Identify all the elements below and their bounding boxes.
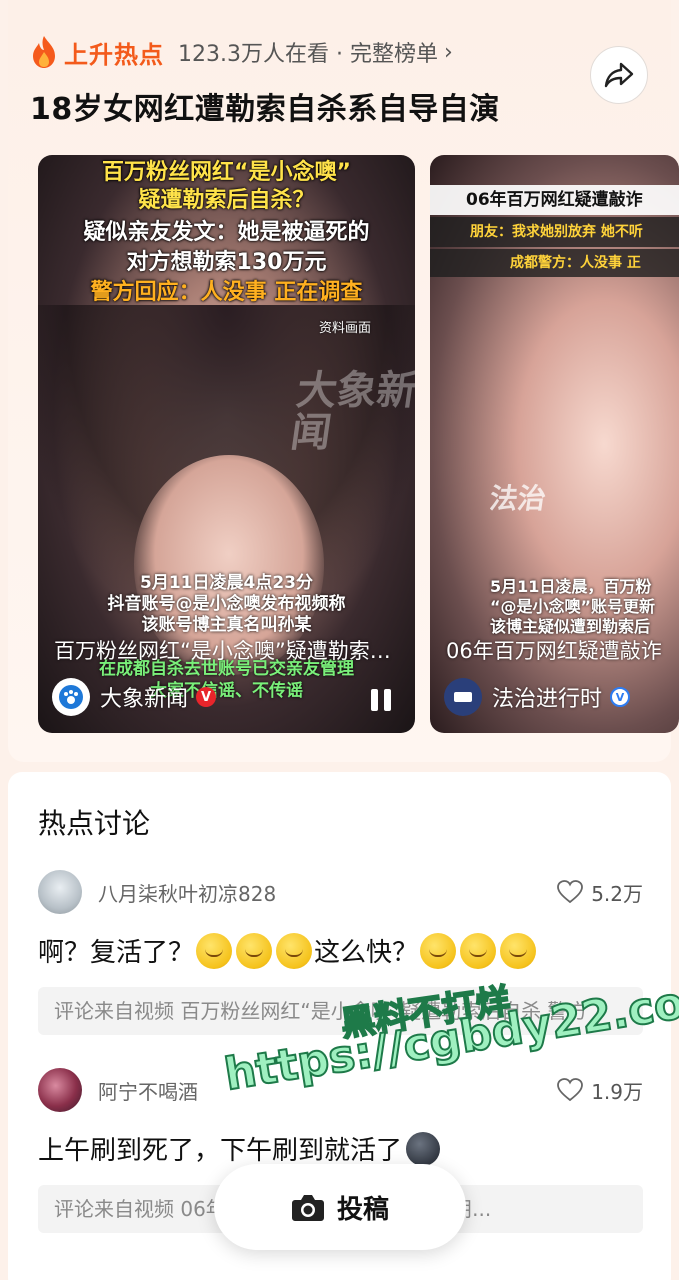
comment-text-part: 这么快？ — [314, 938, 419, 968]
viewer-count-link[interactable]: 123.3万人在看 · 完整榜单 — [178, 36, 438, 68]
like-button[interactable]: 1.9万 — [557, 1076, 643, 1105]
channel-logo-icon — [454, 692, 472, 702]
video-caption-line: 百万粉丝网红“是小念噢” — [102, 160, 351, 185]
dizzy-emoji-icon — [420, 932, 457, 969]
paw-icon — [59, 685, 83, 709]
dizzy-emoji-icon — [460, 932, 497, 969]
hot-label: 上升热点 — [64, 40, 164, 69]
source-avatar[interactable] — [52, 678, 90, 716]
hot-topic-row[interactable]: 上升热点 123.3万人在看 · 完整榜单 › — [30, 34, 453, 70]
archive-footage-tag: 资料画面 — [318, 321, 371, 336]
like-count: 1.9万 — [591, 1079, 643, 1104]
post-button-label: 投稿 — [336, 1194, 389, 1225]
share-icon — [604, 62, 634, 88]
video-subtitle: 5月11日凌晨4点23分 — [140, 573, 313, 593]
page-title: 18岁女网红遭勒索自杀系自导自演 — [30, 92, 500, 127]
video-subtitle: 该博主疑似遭到勒索后 — [490, 617, 651, 636]
dizzy-emoji-icon — [276, 932, 313, 969]
video-caption-line: 对方想勒索130万元 — [126, 250, 327, 275]
comment-username[interactable]: 八月柒秋叶初凉828 — [98, 878, 557, 907]
like-button[interactable]: 5.2万 — [557, 878, 643, 907]
source-name[interactable]: 大象新闻 — [100, 681, 188, 713]
comment-text: 上午刷到死了，下午刷到就活了 — [38, 1130, 643, 1167]
comment-text: 啊？复活了？ 这么快？ — [38, 932, 643, 969]
video-subtitle: “@是小念噢”账号更新 — [490, 597, 656, 616]
heart-icon — [557, 880, 584, 904]
dark-moon-emoji-icon — [406, 1131, 441, 1166]
like-count: 5.2万 — [591, 881, 643, 906]
heart-icon — [557, 1078, 584, 1102]
video-subtitle: 抖音账号@是小念噢发布视频称 — [107, 594, 346, 614]
pause-icon[interactable] — [371, 689, 391, 711]
dizzy-emoji-icon — [236, 932, 273, 969]
chevron-right-icon: › — [443, 39, 453, 65]
avatar[interactable] — [38, 870, 82, 914]
video-caption-line: 06年百万网红疑遭敲诈 — [430, 185, 679, 215]
dizzy-emoji-icon — [196, 932, 233, 969]
source-name[interactable]: 法治进行时 — [492, 681, 602, 713]
video-title: 06年百万网红疑遭敲诈 — [446, 639, 662, 663]
comment-text-part: 上午刷到死了，下午刷到就活了 — [38, 1136, 403, 1166]
video-subtitle: 5月11日凌晨，百万粉 — [490, 577, 652, 596]
video-caption-line: 疑似亲友发文：她是被逼死的 — [83, 220, 370, 245]
video-title: 百万粉丝网红“是小念噢”疑遭勒索后自杀 — [54, 639, 415, 663]
video-card[interactable]: 百万粉丝网红“是小念噢” 疑遭勒索后自杀？ 疑似亲友发文：她是被逼死的 对方想勒… — [38, 155, 415, 733]
video-caption-line: 警方回应：人没事 正在调查 — [90, 280, 363, 305]
post-button[interactable]: 投稿 — [214, 1164, 466, 1250]
verified-badge-icon: V — [196, 687, 217, 707]
source-avatar[interactable] — [444, 678, 482, 716]
video-caption-line: 疑遭勒索后自杀？ — [138, 188, 315, 213]
video-card[interactable]: 06年百万网红疑遭敲诈 朋友：我求她别放弃 她不听 成都警方：人没事 正 法治 … — [430, 155, 679, 733]
camera-icon — [291, 1195, 324, 1221]
video-caption-line: 朋友：我求她别放弃 她不听 — [430, 217, 679, 247]
comment-text-part: 啊？复活了？ — [38, 938, 195, 968]
avatar[interactable] — [38, 1068, 82, 1112]
video-source[interactable]: 法治进行时 V — [444, 677, 631, 717]
video-watermark: 大象新闻 — [287, 368, 415, 456]
video-subtitle: 该账号博主真名叫孙某 — [141, 615, 312, 635]
verified-badge-icon: V — [610, 687, 631, 707]
video-watermark: 法治 — [487, 482, 549, 515]
share-button[interactable] — [590, 46, 648, 104]
dizzy-emoji-icon — [500, 932, 537, 969]
video-source[interactable]: 大象新闻 V — [52, 677, 217, 717]
flame-icon — [33, 36, 55, 68]
video-caption-line: 成都警方：人没事 正 — [430, 249, 679, 277]
section-title: 热点讨论 — [38, 807, 151, 840]
